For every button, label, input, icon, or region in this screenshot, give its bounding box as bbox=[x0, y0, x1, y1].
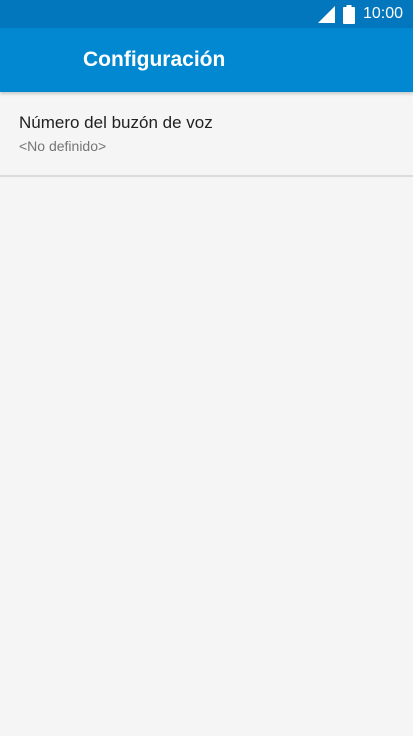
status-bar: 10:00 bbox=[0, 0, 413, 28]
signal-icon bbox=[317, 5, 335, 23]
battery-icon bbox=[342, 4, 355, 24]
status-time: 10:00 bbox=[362, 5, 403, 22]
preference-list: Número del buzón de voz <No definido> bbox=[0, 92, 413, 177]
voicemail-number-preference[interactable]: Número del buzón de voz <No definido> bbox=[0, 92, 413, 177]
preference-summary: <No definido> bbox=[19, 138, 107, 154]
preference-title: Número del buzón de voz bbox=[19, 113, 213, 132]
settings-screen: 10:00 Configuración Número del buzón de … bbox=[0, 0, 413, 736]
app-bar: Configuración bbox=[0, 28, 413, 92]
status-indicators: 10:00 bbox=[317, 0, 403, 28]
page-title: Configuración bbox=[83, 48, 226, 71]
